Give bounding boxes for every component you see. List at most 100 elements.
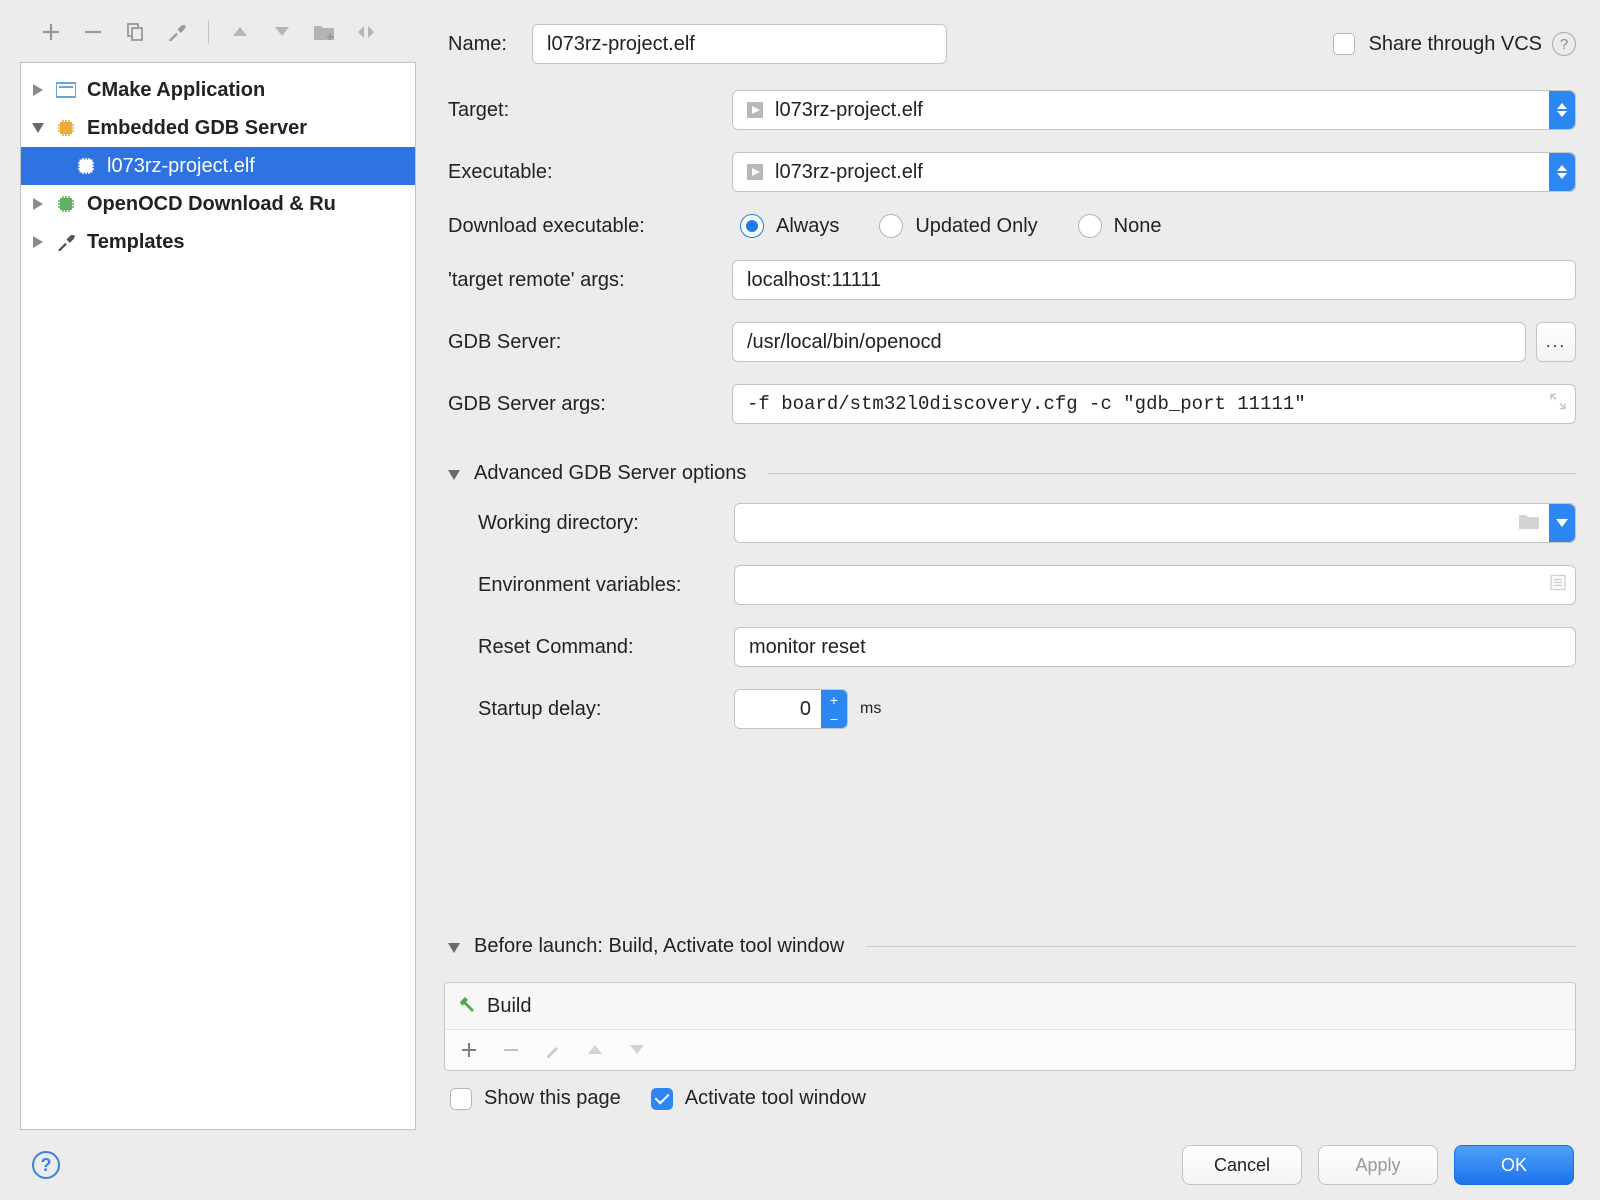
folder-icon <box>1519 512 1539 535</box>
gdb-args-input[interactable] <box>732 384 1576 424</box>
before-launch-list: Build <box>444 982 1576 1071</box>
up-icon[interactable] <box>585 1040 605 1060</box>
edit-icon[interactable] <box>543 1040 563 1060</box>
tree-item-selected[interactable]: l073rz-project.elf <box>21 147 415 185</box>
before-launch-item[interactable]: Build <box>445 983 1575 1030</box>
sidebar: CMake Application Embedded GDB Server l0… <box>20 0 416 1130</box>
before-header[interactable]: Before launch: Build, Activate tool wind… <box>444 935 1576 958</box>
radio-updated[interactable]: Updated Only <box>879 214 1037 238</box>
checkbox-icon <box>1333 33 1355 55</box>
activate-tool-check[interactable]: Activate tool window <box>651 1087 866 1110</box>
caret-down-icon <box>448 940 462 954</box>
show-page-check[interactable]: Show this page <box>450 1087 621 1110</box>
delay-spinner[interactable]: 0 +− <box>734 689 848 729</box>
caret-right-icon <box>31 235 45 249</box>
dropdown-arrows-icon <box>1549 153 1575 191</box>
apply-button[interactable]: Apply <box>1318 1145 1438 1185</box>
wrench-icon[interactable] <box>166 21 188 43</box>
divider <box>866 946 1576 947</box>
copy-icon[interactable] <box>124 21 146 43</box>
list-icon[interactable] <box>1550 575 1566 596</box>
radio-icon <box>740 214 764 238</box>
tree-item-cmake[interactable]: CMake Application <box>21 71 415 109</box>
caret-down-icon <box>448 467 462 481</box>
gdb-server-input[interactable] <box>732 322 1526 362</box>
share-vcs-check[interactable]: Share through VCS <box>1333 33 1542 56</box>
dropdown-arrow-icon <box>1549 504 1575 542</box>
reset-label: Reset Command: <box>474 636 734 659</box>
radio-none[interactable]: None <box>1078 214 1162 238</box>
before-item-label: Build <box>487 995 531 1018</box>
help-button[interactable]: ? <box>32 1151 60 1179</box>
spinner-buttons-icon: +− <box>821 690 847 728</box>
up-icon[interactable] <box>229 21 251 43</box>
tree-label: OpenOCD Download & Ru <box>87 193 336 216</box>
caret-down-icon <box>31 121 45 135</box>
tree-item-openocd[interactable]: OpenOCD Download & Ru <box>21 185 415 223</box>
wd-input[interactable] <box>734 503 1576 543</box>
dropdown-arrows-icon <box>1549 91 1575 129</box>
advanced-header[interactable]: Advanced GDB Server options <box>444 462 1576 485</box>
name-input[interactable] <box>532 24 947 64</box>
tree-label: Embedded GDB Server <box>87 117 307 140</box>
delay-unit: ms <box>860 700 881 718</box>
config-panel: Name: Share through VCS ? Target: l073rz… <box>416 0 1600 1130</box>
dialog-buttons: ? Cancel Apply OK <box>0 1130 1600 1200</box>
cmake-icon <box>55 79 77 101</box>
down-icon[interactable] <box>627 1040 647 1060</box>
checkbox-icon <box>651 1088 673 1110</box>
help-icon[interactable]: ? <box>1552 32 1576 56</box>
env-input[interactable] <box>734 565 1576 605</box>
divider <box>768 473 1576 474</box>
config-tree: CMake Application Embedded GDB Server l0… <box>20 62 416 1130</box>
radio-label: None <box>1114 215 1162 238</box>
tree-label: Templates <box>87 231 184 254</box>
chip-green-icon <box>55 193 77 215</box>
download-label: Download executable: <box>444 215 732 238</box>
run-icon <box>745 100 765 120</box>
advanced-label: Advanced GDB Server options <box>474 462 746 485</box>
separator <box>208 20 209 44</box>
share-label: Share through VCS <box>1369 33 1542 56</box>
gdb-server-label: GDB Server: <box>444 331 732 354</box>
target-value: l073rz-project.elf <box>775 99 1549 122</box>
run-icon <box>745 162 765 182</box>
delay-label: Startup delay: <box>474 698 734 721</box>
chip-icon <box>55 117 77 139</box>
tree-item-templates[interactable]: Templates <box>21 223 415 261</box>
sidebar-toolbar <box>20 20 416 62</box>
add-icon[interactable] <box>40 21 62 43</box>
down-icon[interactable] <box>271 21 293 43</box>
remote-args-label: 'target remote' args: <box>444 269 732 292</box>
radio-label: Updated Only <box>915 215 1037 238</box>
executable-combo[interactable]: l073rz-project.elf <box>732 152 1576 192</box>
radio-always[interactable]: Always <box>740 214 839 238</box>
activate-label: Activate tool window <box>685 1087 866 1110</box>
browse-button[interactable]: ... <box>1536 322 1576 362</box>
name-label: Name: <box>444 33 532 56</box>
tree-label: l073rz-project.elf <box>107 155 255 178</box>
tree-item-embedded[interactable]: Embedded GDB Server <box>21 109 415 147</box>
radio-label: Always <box>776 215 839 238</box>
before-label: Before launch: Build, Activate tool wind… <box>474 935 844 958</box>
reset-input[interactable] <box>734 627 1576 667</box>
cancel-button[interactable]: Cancel <box>1182 1145 1302 1185</box>
expand-icon[interactable] <box>355 21 377 43</box>
before-toolbar <box>445 1030 1575 1070</box>
env-label: Environment variables: <box>474 574 734 597</box>
ok-button[interactable]: OK <box>1454 1145 1574 1185</box>
executable-value: l073rz-project.elf <box>775 161 1549 184</box>
show-page-label: Show this page <box>484 1087 621 1110</box>
remote-args-input[interactable] <box>732 260 1576 300</box>
remove-icon[interactable] <box>82 21 104 43</box>
caret-right-icon <box>31 197 45 211</box>
target-combo[interactable]: l073rz-project.elf <box>732 90 1576 130</box>
gdb-args-label: GDB Server args: <box>444 393 732 416</box>
delay-value: 0 <box>735 698 821 721</box>
expand-icon[interactable] <box>1550 394 1566 415</box>
add-icon[interactable] <box>459 1040 479 1060</box>
folder-icon[interactable] <box>313 21 335 43</box>
remove-icon[interactable] <box>501 1040 521 1060</box>
wd-label: Working directory: <box>474 512 734 535</box>
chip-icon <box>75 155 97 177</box>
